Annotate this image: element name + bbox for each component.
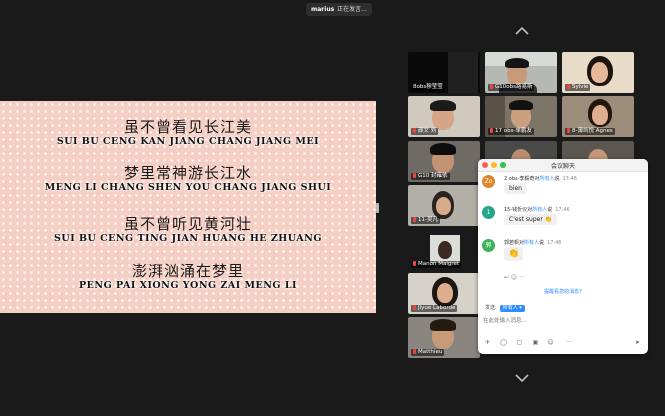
shared-screen: 虽不曾看见长江美 SUI BU CENG KAN JIANG CHANG JIA… xyxy=(0,101,376,313)
send-icon[interactable]: ➤ xyxy=(633,338,642,347)
chevron-up-icon[interactable] xyxy=(515,27,529,35)
message-bubble: 👏 xyxy=(504,247,524,261)
speaker-name: marius xyxy=(311,6,335,13)
participant-name: Jiyue Laborde xyxy=(411,305,458,312)
file-icon[interactable]: ▢ xyxy=(515,338,524,347)
muted-mic-icon xyxy=(490,84,493,89)
lyric-chinese: 虽不曾看见长江美 xyxy=(123,118,252,136)
message-bubble: C'est super 👏 xyxy=(504,214,558,225)
video-tile[interactable]: Manon Maigret xyxy=(408,229,480,270)
lyric-pinyin: PENG PAI XIONG YONG ZAI MENG LI xyxy=(79,280,297,291)
send-to-row: 发送: 所有人 ▾ xyxy=(485,304,525,312)
participant-name: Manon Maigret xyxy=(411,261,462,268)
video-tile[interactable]: 颜文 刘 xyxy=(408,96,480,137)
participant-name: 11-吴凡 xyxy=(411,217,440,224)
lyric-chinese: 虽不曾听见黄河壮 xyxy=(123,215,252,233)
message-meta: 2 obs-李毅奇对所有人说 17:46 xyxy=(504,176,577,182)
muted-mic-icon xyxy=(413,217,416,222)
video-tile[interactable]: Jiyue Laborde xyxy=(408,273,480,314)
chat-message: 1 15-钱忻仪对所有人说 17:46 C'est super 👏 xyxy=(482,206,642,230)
share-icon[interactable]: ✈ xyxy=(483,338,492,347)
participant-name: Matthieu xyxy=(411,349,445,356)
screenshot-icon[interactable]: ◯ xyxy=(499,338,508,347)
lyric-line-3: 虽不曾听见黄河壮 SUI BU CENG TING JIAN HUANG HE … xyxy=(0,215,376,245)
video-tile[interactable]: G10 封雍依 xyxy=(408,141,480,182)
lyric-line-2: 梦里常神游长江水 MENG LI CHANG SHEN YOU CHANG JI… xyxy=(0,164,376,194)
muted-mic-icon xyxy=(413,261,416,266)
message-meta: 15-钱忻仪对所有人说 17:46 xyxy=(504,207,570,213)
video-tile[interactable]: 17 obs-单鹏友 xyxy=(485,96,557,137)
participant-name: 8-薄凯悦 Agnes xyxy=(565,128,615,135)
send-to-label: 发送: xyxy=(485,305,497,311)
muted-mic-icon xyxy=(413,349,416,354)
video-tile[interactable]: Matthieu xyxy=(408,317,480,358)
video-tile[interactable]: Sylvie xyxy=(562,52,634,93)
lyric-pinyin: SUI BU CENG KAN JIANG CHANG JIANG MEI xyxy=(56,136,320,147)
muted-mic-icon xyxy=(490,128,493,133)
video-tile[interactable]: 11-吴凡 xyxy=(408,185,480,226)
lyric-chinese: 澎湃汹涌在梦里 xyxy=(131,262,244,280)
chat-title-bar[interactable]: 会议聊天 xyxy=(478,159,648,172)
avatar: 1 xyxy=(482,206,495,219)
video-tile[interactable]: 8obs穆莹莹 xyxy=(408,52,480,93)
chat-message: Zo 2 obs-李毅奇对所有人说 17:46 bien xyxy=(482,175,642,199)
avatar: 郭 xyxy=(482,239,495,252)
lyric-line-4: 澎湃汹涌在梦里 PENG PAI XIONG YONG ZAI MENG LI xyxy=(0,262,376,292)
avatar: Zo xyxy=(482,175,495,188)
emoji-icon[interactable]: ☺ xyxy=(546,338,555,347)
chevron-down-icon[interactable] xyxy=(515,374,529,382)
participant-name: 8obs穆莹莹 xyxy=(411,84,445,91)
video-tile[interactable]: 8-薄凯悦 Agnes xyxy=(562,96,634,137)
chat-message-input[interactable] xyxy=(483,316,641,326)
lyric-pinyin: SUI BU CENG TING JIAN HUANG HE ZHUANG xyxy=(54,233,322,244)
image-icon[interactable]: ▣ xyxy=(531,338,540,347)
muted-mic-icon xyxy=(413,305,416,310)
participant-name: G10 封雍依 xyxy=(411,173,450,180)
speaking-indicator: marius 正在发言... xyxy=(306,3,372,16)
participant-name: G10obs路易斯 xyxy=(488,84,535,91)
muted-mic-icon xyxy=(567,84,570,89)
lyric-chinese: 梦里常神游长江水 xyxy=(123,164,252,182)
muted-mic-icon xyxy=(413,128,416,133)
participant-name: Sylvie xyxy=(565,84,591,91)
speaking-text: 正在发言... xyxy=(337,6,367,13)
reaction-bar[interactable]: ↩ ☺ ··· xyxy=(504,274,525,281)
chat-toolbar: ✈ ◯ ▢ ▣ ☺ ··· ➤ xyxy=(483,338,643,348)
muted-mic-icon xyxy=(413,173,416,178)
chat-message: 郭 郭若帆对所有人说 17:46 👏 ↩ ☺ ··· xyxy=(482,239,642,285)
recipient-select[interactable]: 所有人 ▾ xyxy=(499,305,525,312)
resize-handle[interactable] xyxy=(376,203,379,213)
chat-title: 会议聊天 xyxy=(550,163,575,170)
video-tile[interactable]: G10obs路易斯 xyxy=(485,52,557,93)
message-bubble: bien xyxy=(504,183,527,194)
lyric-pinyin: MENG LI CHANG SHEN YOU CHANG JIANG SHUI xyxy=(44,182,332,193)
message-meta: 郭若帆对所有人说 17:46 xyxy=(504,240,562,246)
more-options-icon[interactable]: ··· xyxy=(563,338,575,347)
unread-link[interactable]: 提醒看您的消息? xyxy=(478,288,648,295)
muted-mic-icon xyxy=(567,128,570,133)
meeting-chat-panel: 会议聊天 Zo 2 obs-李毅奇对所有人说 17:46 bien 1 15-钱忻… xyxy=(478,159,648,354)
lyric-line-1: 虽不曾看见长江美 SUI BU CENG KAN JIANG CHANG JIA… xyxy=(0,118,376,148)
participant-name: 颜文 刘 xyxy=(411,128,439,135)
participant-name: 17 obs-单鹏友 xyxy=(488,128,534,135)
